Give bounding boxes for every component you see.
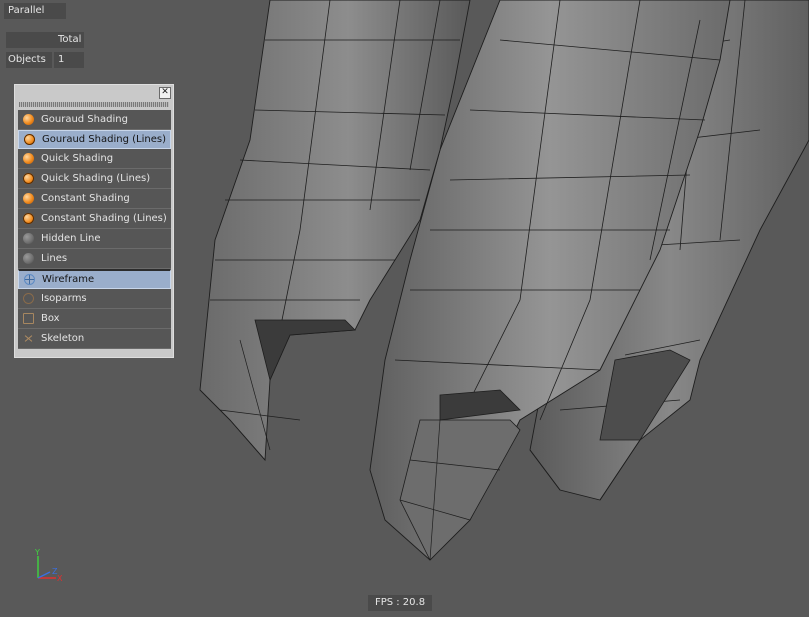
orange-sphere-lines-icon — [24, 134, 35, 145]
close-icon[interactable]: ✕ — [159, 87, 171, 99]
mode-constant-shading-lines[interactable]: Constant Shading (Lines) — [18, 209, 171, 229]
mode-hidden-line[interactable]: Hidden Line — [18, 229, 171, 249]
mode-lines[interactable]: Lines — [18, 249, 171, 269]
panel-drag-handle[interactable] — [19, 102, 169, 107]
gray-sphere-lines-icon — [23, 253, 34, 264]
mode-label: Isoparms — [41, 293, 87, 304]
mode-constant-shading[interactable]: Constant Shading — [18, 189, 171, 209]
mode-label: Quick Shading — [41, 153, 114, 164]
mode-label: Constant Shading — [41, 193, 130, 204]
3d-viewport[interactable]: Parallel Total Objects 1 ✕ Gouraud Shadi… — [0, 0, 809, 617]
z-axis-label: Z — [52, 567, 58, 576]
mode-label: Constant Shading (Lines) — [41, 213, 167, 224]
mode-box[interactable]: Box — [18, 309, 171, 329]
mode-label: Gouraud Shading — [41, 114, 128, 125]
mode-skeleton[interactable]: Skeleton — [18, 329, 171, 349]
shading-mode-list: Gouraud Shading Gouraud Shading (Lines) … — [18, 110, 171, 349]
mode-gouraud-shading[interactable]: Gouraud Shading — [18, 110, 171, 130]
orange-sphere-lines-icon — [23, 173, 34, 184]
shading-mode-panel: ✕ Gouraud Shading Gouraud Shading (Lines… — [14, 84, 174, 358]
orange-sphere-lines-icon — [23, 213, 34, 224]
mode-label: Hidden Line — [41, 233, 101, 244]
orange-sphere-icon — [23, 193, 34, 204]
fps-readout: FPS : 20.8 — [368, 595, 432, 611]
mode-label: Gouraud Shading (Lines) — [42, 134, 166, 145]
stats-overlay: Total Objects 1 — [6, 32, 84, 68]
orange-sphere-icon — [23, 114, 34, 125]
mode-quick-shading[interactable]: Quick Shading — [18, 149, 171, 169]
mode-label: Box — [41, 313, 60, 324]
stats-row-value: 1 — [54, 52, 84, 68]
mode-label: Wireframe — [42, 274, 95, 285]
panel-titlebar[interactable]: ✕ — [17, 87, 171, 99]
z-axis-line — [37, 571, 51, 579]
isoparm-sphere-icon — [23, 293, 34, 304]
mode-label: Skeleton — [41, 333, 85, 344]
axis-gizmo: Y X Z — [34, 548, 63, 583]
y-axis-label: Y — [34, 548, 40, 557]
mode-quick-shading-lines[interactable]: Quick Shading (Lines) — [18, 169, 171, 189]
mode-gouraud-shading-lines[interactable]: Gouraud Shading (Lines) — [18, 130, 171, 149]
mode-isoparms[interactable]: Isoparms — [18, 289, 171, 309]
x-axis-label: X — [57, 574, 63, 583]
box-icon — [23, 313, 34, 324]
mode-label: Lines — [41, 253, 68, 264]
mode-label: Quick Shading (Lines) — [41, 173, 151, 184]
stats-row-label: Objects — [6, 52, 52, 68]
projection-label: Parallel — [4, 3, 66, 19]
gray-sphere-icon — [23, 233, 34, 244]
skeleton-icon — [23, 333, 34, 344]
stats-column-header: Total — [6, 32, 84, 48]
wireframe-sphere-icon — [24, 274, 35, 285]
orange-sphere-icon — [23, 153, 34, 164]
mode-wireframe[interactable]: Wireframe — [18, 269, 171, 289]
